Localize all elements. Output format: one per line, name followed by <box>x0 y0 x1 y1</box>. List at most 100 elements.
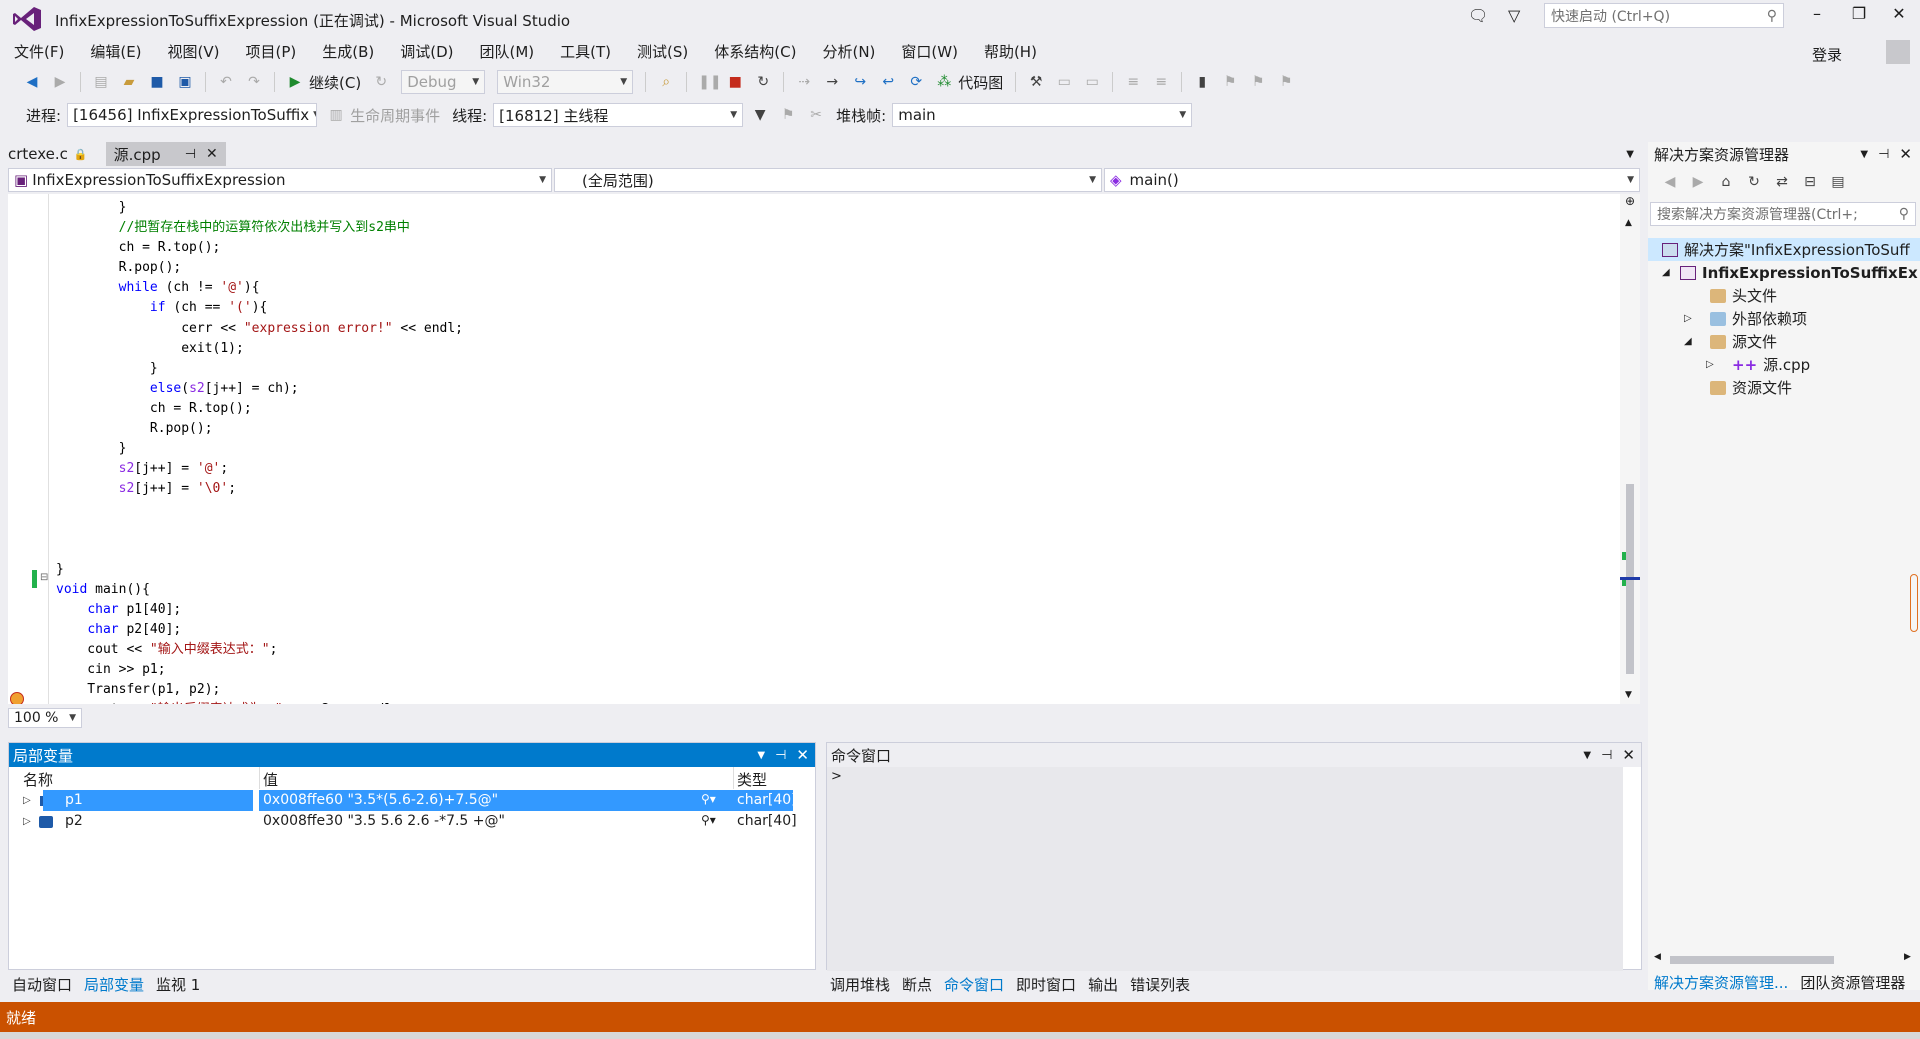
flag-threads-icon[interactable]: ⚑ <box>779 106 797 124</box>
tab-call-stack[interactable]: 调用堆栈 <box>830 974 890 995</box>
close-panel-icon[interactable]: ✕ <box>796 746 809 764</box>
menu-help[interactable]: 帮助(H) <box>984 41 1037 62</box>
format-icon[interactable]: ▭ <box>1055 73 1073 91</box>
tab-breakpoints[interactable]: 断点 <box>902 974 932 995</box>
collapsed-icon[interactable]: ▷ <box>1706 359 1732 370</box>
close-button[interactable]: ✕ <box>1882 4 1916 28</box>
tab-crtexe-c[interactable]: crtexe.c 🔒 <box>0 142 96 166</box>
solution-search-input[interactable]: 搜索解决方案资源管理器(Ctrl+; ⚲ <box>1650 202 1916 226</box>
zoom-select[interactable]: 100 % ▼ <box>8 708 82 728</box>
forward-icon[interactable]: ▶ <box>1689 173 1707 191</box>
pin-icon[interactable]: ⊣ <box>185 147 196 162</box>
continue-icon[interactable]: ▶ <box>286 73 304 91</box>
sign-in-link[interactable]: 登录 <box>1812 44 1842 65</box>
close-tab-icon[interactable]: ✕ <box>206 146 218 162</box>
stack-frame-select[interactable]: main ▼ <box>892 103 1193 127</box>
pause-icon[interactable]: ❚❚ <box>698 73 721 91</box>
editor-gutter[interactable]: ⊟ <box>8 194 49 704</box>
command-input-area[interactable]: > <box>827 767 1623 971</box>
tree-item-external-dependencies[interactable]: ▷ 外部依赖项 <box>1648 307 1920 330</box>
locals-row[interactable]: ▷ p2 0x008ffe30 "3.5 5.6 2.6 -*7.5 +@" ⚲… <box>9 811 815 832</box>
solution-vertical-scroll-thumb[interactable] <box>1910 574 1918 632</box>
prev-bookmark-icon[interactable]: ⚑ <box>1221 73 1239 91</box>
save-all-icon[interactable]: ▣ <box>176 73 194 91</box>
next-bookmark-icon[interactable]: ⚑ <box>1249 73 1267 91</box>
project-select[interactable]: ▣ InfixExpressionToSuffixExpression ▼ <box>8 168 552 192</box>
navigate-back-icon[interactable]: ◀ <box>23 73 41 91</box>
tab-watch-1[interactable]: 监视 1 <box>156 974 200 995</box>
column-header-type[interactable]: 类型 <box>737 769 767 790</box>
tab-solution-explorer[interactable]: 解决方案资源管理... <box>1654 972 1788 993</box>
tab-team-explorer[interactable]: 团队资源管理器 <box>1800 972 1905 993</box>
show-all-files-icon[interactable]: ▤ <box>1829 173 1847 191</box>
menu-tools[interactable]: 工具(T) <box>560 41 611 62</box>
sync-icon[interactable]: ⇄ <box>1773 173 1791 191</box>
refresh-icon[interactable]: ↻ <box>372 73 390 91</box>
expand-icon[interactable]: ▷ <box>23 816 31 827</box>
clear-bookmarks-icon[interactable]: ⚑ <box>1277 73 1295 91</box>
new-project-icon[interactable]: ▤ <box>92 73 110 91</box>
column-header-name[interactable]: 名称 <box>23 769 53 790</box>
step-back-icon[interactable]: ⟳ <box>907 73 925 91</box>
menu-window[interactable]: 窗口(W) <box>901 41 958 62</box>
restart-icon[interactable]: ↻ <box>754 73 772 91</box>
tab-overflow-chevron-icon[interactable]: ▼ <box>1626 149 1634 160</box>
tree-item-source-files[interactable]: ◢ 源文件 <box>1648 330 1920 353</box>
menu-view[interactable]: 视图(V) <box>168 41 220 62</box>
indent-icon[interactable]: ≡ <box>1124 73 1142 91</box>
menu-file[interactable]: 文件(F) <box>14 41 64 62</box>
step-over-icon[interactable]: ↪ <box>851 73 869 91</box>
thread-select[interactable]: [16812] 主线程 ▼ <box>493 103 744 127</box>
solution-platform-select[interactable]: Win32 ▼ <box>497 70 634 94</box>
pin-icon[interactable]: ⊣ <box>1601 748 1612 763</box>
panel-menu-chevron-icon[interactable]: ▼ <box>1583 750 1591 761</box>
tab-output[interactable]: 输出 <box>1088 974 1118 995</box>
tab-error-list[interactable]: 错误列表 <box>1130 974 1190 995</box>
feedback-icon[interactable]: 🗨 <box>1468 6 1488 25</box>
variable-value[interactable]: 0x008ffe60 "3.5*(5.6-2.6)+7.5@" <box>263 792 498 808</box>
collapsed-icon[interactable]: ▷ <box>1684 313 1710 324</box>
text-visualizer-icon[interactable]: ⚲▾ <box>701 813 716 827</box>
expanded-icon[interactable]: ◢ <box>1662 267 1680 278</box>
comment-icon[interactable]: ▭ <box>1083 73 1101 91</box>
panel-menu-chevron-icon[interactable]: ▼ <box>757 750 765 761</box>
tab-immediate-window[interactable]: 即时窗口 <box>1016 974 1076 995</box>
bookmark-icon[interactable]: ▮ <box>1193 73 1211 91</box>
code-map-button[interactable]: 代码图 <box>958 72 1003 93</box>
menu-test[interactable]: 测试(S) <box>637 41 688 62</box>
tab-locals[interactable]: 局部变量 <box>84 974 144 995</box>
filter-icon[interactable]: ▼ <box>751 106 769 124</box>
menu-debug[interactable]: 调试(D) <box>400 41 453 62</box>
find-in-files-icon[interactable]: ⌕ <box>657 73 675 91</box>
close-panel-icon[interactable]: ✕ <box>1622 746 1635 764</box>
process-select[interactable]: [16456] InfixExpressionToSuffix▼ <box>67 103 318 127</box>
member-select[interactable]: ◈ main() ▼ <box>1104 168 1640 192</box>
navigate-forward-icon[interactable]: ▶ <box>51 73 69 91</box>
quick-launch-input[interactable]: 快速启动 (Ctrl+Q) ⚲ <box>1544 3 1784 28</box>
tab-autos[interactable]: 自动窗口 <box>12 974 72 995</box>
scope-select[interactable]: (全局范围) ▼ <box>554 168 1102 192</box>
minimize-button[interactable]: – <box>1800 4 1834 28</box>
show-next-statement-icon[interactable]: ⇢ <box>795 73 813 91</box>
tree-item-resource-files[interactable]: 资源文件 <box>1648 376 1920 399</box>
editor-vertical-scrollbar[interactable]: ⊕ ▲ ▼ <box>1620 194 1640 704</box>
home-icon[interactable]: ⌂ <box>1717 173 1735 191</box>
scroll-right-icon[interactable]: ▶ <box>1904 952 1911 962</box>
user-avatar-icon[interactable] <box>1886 40 1910 64</box>
redo-icon[interactable]: ↷ <box>245 73 263 91</box>
filter-notifications-icon[interactable]: ▽ <box>1508 6 1520 25</box>
split-window-icon[interactable]: ⊕ <box>1625 194 1635 208</box>
expanded-icon[interactable]: ◢ <box>1684 336 1710 347</box>
stop-debugging-icon[interactable]: ■ <box>726 73 744 91</box>
expand-icon[interactable]: ▷ <box>23 795 31 806</box>
tab-command-window[interactable]: 命令窗口 <box>944 974 1004 995</box>
back-icon[interactable]: ◀ <box>1661 173 1679 191</box>
code-map-icon[interactable]: ⁂ <box>935 73 953 91</box>
code-text[interactable]: } //把暂存在栈中的运算符依次出栈并写入到s2串中 ch = R.top();… <box>56 198 463 704</box>
pending-changes-icon[interactable]: ↻ <box>1745 173 1763 191</box>
menu-architecture[interactable]: 体系结构(C) <box>714 41 796 62</box>
tree-item-project[interactable]: ◢ InfixExpressionToSuffixEx <box>1648 261 1920 284</box>
pin-icon[interactable]: ⊣ <box>1878 147 1889 162</box>
tree-item-header-files[interactable]: 头文件 <box>1648 284 1920 307</box>
scroll-up-icon[interactable]: ▲ <box>1625 218 1632 228</box>
